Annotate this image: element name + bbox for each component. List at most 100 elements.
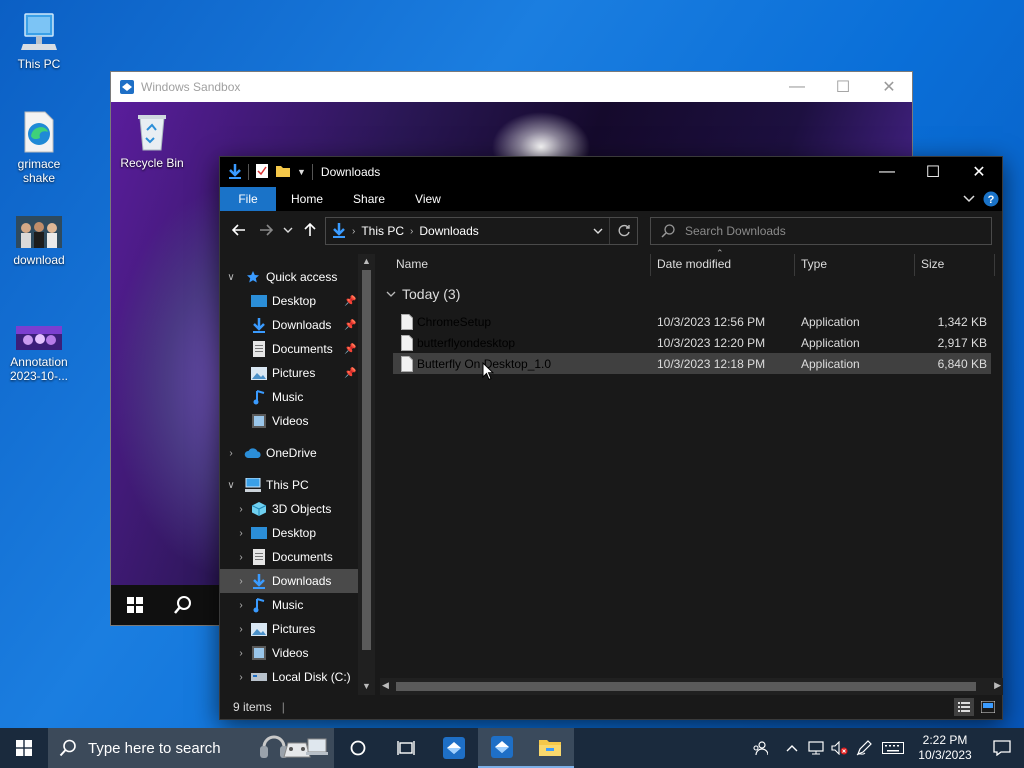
nav-pane-scrollbar[interactable]: ▲ ▼ (358, 254, 375, 697)
chevron-right-icon[interactable]: › (236, 672, 246, 683)
cortana-button[interactable] (334, 728, 382, 768)
chevron-right-icon[interactable]: › (236, 576, 246, 587)
group-header-today[interactable]: Today (3) (386, 286, 460, 302)
desktop-icon-annotation[interactable]: Annotation 2023-10-... (1, 322, 77, 383)
nav-quick-documents[interactable]: Documents 📌 (220, 337, 358, 361)
nav-quick-downloads[interactable]: Downloads 📌 (220, 313, 358, 337)
column-header-type[interactable]: Type (801, 257, 827, 271)
tab-home[interactable]: Home (276, 187, 338, 211)
breadcrumb-this-pc[interactable]: This PC (361, 224, 404, 238)
scroll-down-button[interactable]: ▼ (358, 681, 375, 695)
maximize-button[interactable]: ☐ (910, 157, 956, 187)
chevron-right-icon[interactable]: › (236, 600, 246, 611)
touch-keyboard-icon[interactable] (876, 728, 910, 768)
nav-pc-videos[interactable]: › Videos (220, 641, 358, 665)
recycle-bin-shortcut[interactable]: Recycle Bin (117, 112, 187, 170)
chevron-right-icon[interactable]: › (236, 648, 246, 659)
maximize-button[interactable]: ☐ (820, 72, 866, 102)
action-center-button[interactable] (980, 740, 1024, 756)
taskbar-file-explorer[interactable] (526, 728, 574, 768)
column-header-name[interactable]: Name (396, 257, 428, 271)
start-button[interactable] (0, 728, 48, 768)
explorer-titlebar[interactable]: ▼ Downloads — ☐ ✕ (220, 157, 1002, 187)
nav-pc-3d-objects[interactable]: › 3D Objects (220, 497, 358, 521)
download-arrow-icon (228, 163, 242, 182)
chevron-down-icon[interactable]: ▼ (297, 167, 306, 177)
recycle-bin-label: Recycle Bin (120, 156, 184, 170)
up-button[interactable] (299, 218, 321, 242)
close-button[interactable]: ✕ (956, 157, 1002, 187)
search-box[interactable] (650, 217, 992, 245)
address-dropdown-button[interactable] (587, 228, 609, 234)
expand-ribbon-button[interactable] (958, 187, 980, 211)
nav-this-pc[interactable]: ∨ This PC (220, 473, 358, 497)
taskbar-sandbox-app-active[interactable] (478, 728, 526, 768)
scrollbar-thumb[interactable] (396, 682, 976, 691)
desktop-icon-download[interactable]: download (1, 214, 77, 267)
recent-locations-button[interactable] (282, 218, 294, 242)
nav-quick-videos[interactable]: Videos (220, 409, 358, 433)
refresh-button[interactable] (609, 218, 637, 244)
sandbox-titlebar[interactable]: Windows Sandbox — ☐ ✕ (111, 72, 912, 102)
sandbox-start-button[interactable] (111, 585, 159, 625)
desktop-icon-this-pc[interactable]: This PC (1, 10, 77, 71)
file-list-hscrollbar[interactable]: ◀ ▶ (380, 678, 1003, 695)
tab-share[interactable]: Share (338, 187, 400, 211)
task-view-button[interactable] (382, 728, 430, 768)
large-icons-view-button[interactable] (978, 698, 998, 716)
file-row[interactable]: butterflyondesktop 10/3/2023 12:20 PM Appl… (393, 332, 991, 353)
breadcrumb-downloads[interactable]: Downloads (419, 224, 478, 238)
forward-button[interactable] (255, 218, 277, 242)
people-icon[interactable] (740, 728, 780, 768)
help-button[interactable]: ? (980, 187, 1002, 211)
nav-pc-desktop[interactable]: › Desktop (220, 521, 358, 545)
chevron-right-icon[interactable]: › (236, 552, 246, 563)
nav-onedrive[interactable]: › OneDrive (220, 441, 358, 465)
close-button[interactable]: ✕ (866, 72, 912, 102)
minimize-button[interactable]: — (864, 157, 910, 187)
nav-pc-local-disk[interactable]: › Local Disk (C:) (220, 665, 358, 689)
taskbar-search-box[interactable]: Type here to search (48, 728, 334, 768)
search-input[interactable] (685, 224, 991, 238)
scroll-right-button[interactable]: ▶ (994, 680, 1001, 691)
chevron-right-icon[interactable]: › (226, 448, 236, 459)
taskbar-sandbox-app[interactable] (430, 728, 478, 768)
nav-pc-downloads[interactable]: › Downloads (220, 569, 358, 593)
file-explorer-window[interactable]: ▼ Downloads — ☐ ✕ File Home Share View ? (219, 156, 1003, 720)
chevron-up-icon[interactable] (780, 728, 804, 768)
chevron-right-icon[interactable]: › (236, 528, 246, 539)
new-folder-icon[interactable] (275, 164, 291, 181)
desktop-icon-grimace-shake[interactable]: grimace shake (1, 110, 77, 185)
minimize-button[interactable]: — (774, 72, 820, 102)
tab-file[interactable]: File (220, 187, 276, 211)
volume-muted-icon[interactable] (828, 728, 852, 768)
properties-icon[interactable] (255, 163, 269, 182)
column-header-date[interactable]: Date modified (657, 257, 731, 271)
back-button[interactable] (228, 218, 250, 242)
chevron-right-icon[interactable]: › (236, 504, 246, 515)
chevron-down-icon[interactable]: ∨ (226, 272, 236, 283)
scrollbar-thumb[interactable] (362, 270, 371, 650)
details-view-button[interactable] (954, 698, 974, 716)
chevron-down-icon[interactable]: ∨ (226, 480, 236, 491)
nav-quick-music[interactable]: Music (220, 385, 358, 409)
computer-icon (19, 10, 59, 54)
file-row[interactable]: ChromeSetup 10/3/2023 12:56 PM Application… (393, 311, 991, 332)
nav-pc-music[interactable]: › Music (220, 593, 358, 617)
nav-pc-pictures[interactable]: › Pictures (220, 617, 358, 641)
scroll-up-button[interactable]: ▲ (358, 256, 375, 270)
pen-workspace-icon[interactable] (852, 728, 876, 768)
network-icon[interactable] (804, 728, 828, 768)
status-bar: 9 items | (220, 695, 1002, 719)
nav-quick-access[interactable]: ∨ Quick access (220, 265, 358, 289)
clock[interactable]: 2:22 PM 10/3/2023 (910, 733, 980, 763)
chevron-right-icon[interactable]: › (236, 624, 246, 635)
nav-quick-pictures[interactable]: Pictures 📌 (220, 361, 358, 385)
tab-view[interactable]: View (400, 187, 456, 211)
sandbox-search-button[interactable] (159, 585, 207, 625)
nav-pc-documents[interactable]: › Documents (220, 545, 358, 569)
scroll-left-button[interactable]: ◀ (382, 680, 389, 691)
address-bar[interactable]: › This PC › Downloads (325, 217, 638, 245)
nav-quick-desktop[interactable]: Desktop 📌 (220, 289, 358, 313)
column-header-size[interactable]: Size (921, 257, 944, 271)
